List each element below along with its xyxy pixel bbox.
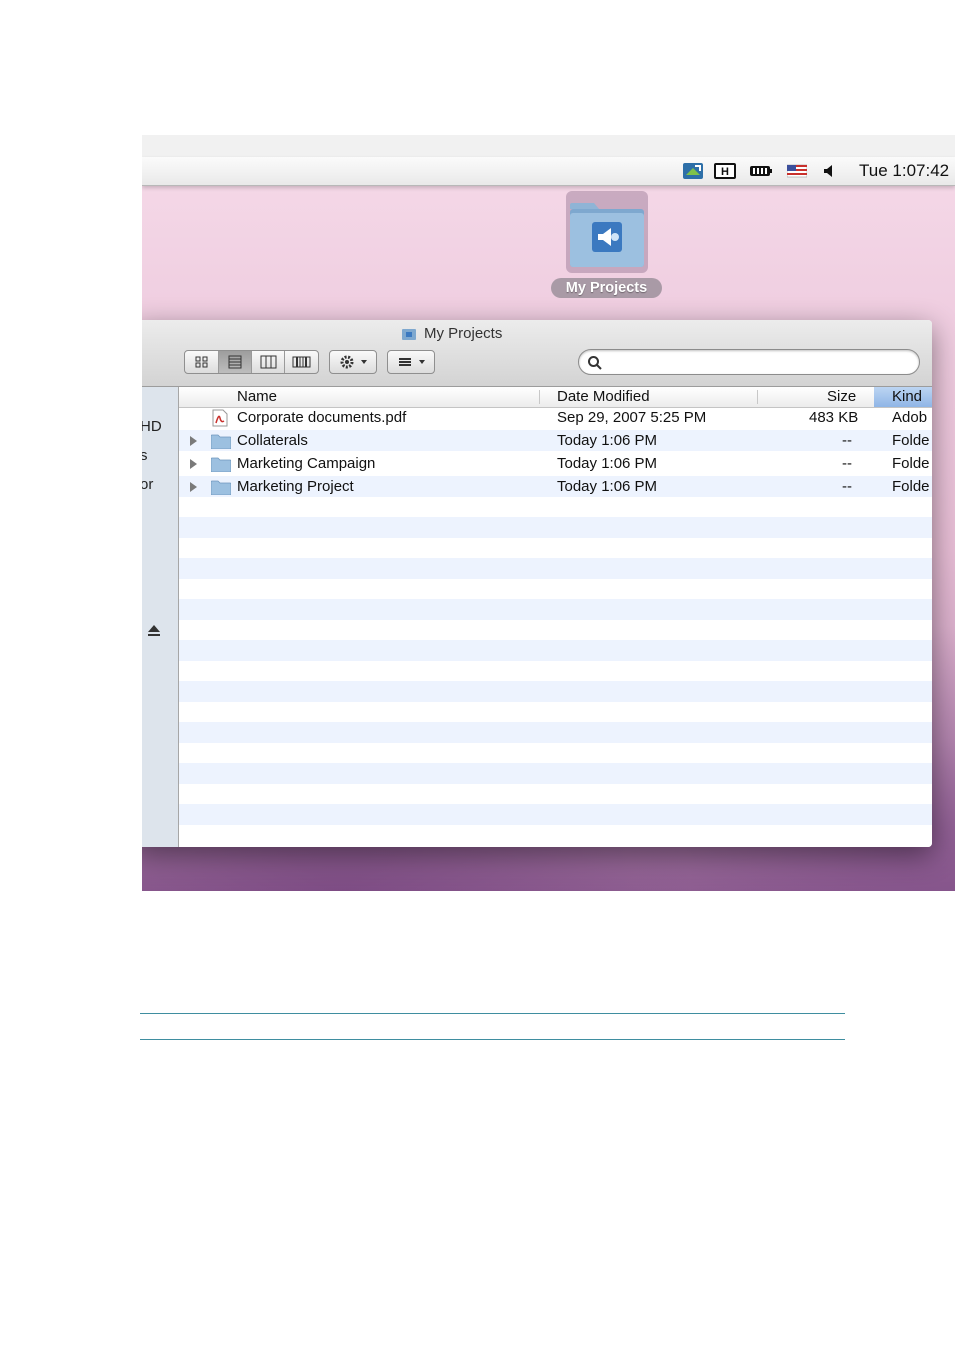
us-flag-icon[interactable] xyxy=(787,163,807,179)
column-view-icon xyxy=(260,355,277,369)
table-row[interactable]: Marketing Campaign Today 1:06 PM -- Fold… xyxy=(179,453,932,476)
file-kind: Folde xyxy=(892,478,930,495)
menubar: H Tue 1:07:42 xyxy=(142,157,955,186)
file-name: Marketing Project xyxy=(237,478,354,495)
sidebar: HD s or xyxy=(142,387,179,847)
desktop-folder-label-text: My Projects xyxy=(565,280,648,296)
file-date: Sep 29, 2007 5:25 PM xyxy=(557,409,707,426)
column-date-modified[interactable]: Date Modified xyxy=(557,388,650,405)
search-input[interactable] xyxy=(607,353,911,373)
view-switcher xyxy=(184,350,319,374)
folder-icon xyxy=(211,457,231,472)
row-stripe xyxy=(179,763,932,784)
search-icon xyxy=(588,356,602,370)
desktop-folder-icon[interactable] xyxy=(566,191,648,273)
row-stripe xyxy=(179,722,932,743)
file-kind: Adob xyxy=(892,409,928,426)
file-date: Today 1:06 PM xyxy=(557,455,658,472)
desktop-folder-label[interactable]: My Projects xyxy=(551,278,662,298)
column-divider[interactable] xyxy=(757,390,758,404)
file-size: -- xyxy=(842,455,852,472)
table-row[interactable]: Collaterals Today 1:06 PM -- Folde xyxy=(179,430,932,453)
disclosure-triangle-icon[interactable] xyxy=(190,459,197,469)
screenshot: H Tue 1:07:42 My Projects My Projects HD… xyxy=(142,135,955,891)
sidebar-item-s[interactable]: s xyxy=(142,447,148,464)
icon-view-icon xyxy=(195,356,208,368)
input-method-icon[interactable]: H xyxy=(714,163,736,179)
file-kind: Folde xyxy=(892,432,930,449)
row-stripe xyxy=(179,558,932,579)
gear-icon xyxy=(340,355,367,369)
cover-flow-view-button[interactable] xyxy=(285,351,318,373)
arrange-menu-button[interactable] xyxy=(387,350,435,374)
table-row[interactable]: Marketing Project Today 1:06 PM -- Folde xyxy=(179,476,932,499)
file-list: Name Date Modified Size Kind Corporate d… xyxy=(179,387,932,847)
sidebar-item-hd[interactable]: HD xyxy=(142,418,162,435)
file-date: Today 1:06 PM xyxy=(557,432,658,449)
file-name: Marketing Campaign xyxy=(237,455,376,472)
row-stripe xyxy=(179,681,932,702)
pdf-icon xyxy=(212,409,228,427)
row-stripe xyxy=(179,599,932,620)
folder-icon xyxy=(211,480,231,495)
volume-icon[interactable] xyxy=(822,163,836,179)
divider-rule xyxy=(140,1039,845,1040)
file-date: Today 1:06 PM xyxy=(557,478,658,495)
disclosure-triangle-icon[interactable] xyxy=(190,482,197,492)
finder-window: My Projects HD s or Name Date Modified S… xyxy=(142,320,932,847)
column-view-button[interactable] xyxy=(252,351,285,373)
folder-icon xyxy=(211,434,231,449)
file-name: Corporate documents.pdf xyxy=(237,409,407,426)
window-titlebar[interactable]: My Projects xyxy=(142,320,932,387)
icon-view-button[interactable] xyxy=(185,351,219,373)
arrange-grid-icon xyxy=(399,358,425,366)
search-field[interactable] xyxy=(578,349,920,375)
svg-text:H: H xyxy=(721,166,729,178)
title-folder-icon xyxy=(402,329,416,340)
column-divider[interactable] xyxy=(539,390,540,404)
file-size: -- xyxy=(842,478,852,495)
table-row[interactable]: Corporate documents.pdf Sep 29, 2007 5:2… xyxy=(179,407,932,430)
divider-rule xyxy=(140,1013,845,1014)
top-strip xyxy=(142,135,955,157)
eject-icon[interactable] xyxy=(147,624,161,638)
list-view-icon xyxy=(228,355,242,369)
cover-flow-icon xyxy=(292,356,311,368)
menubar-clock[interactable]: Tue 1:07:42 xyxy=(859,161,949,181)
disclosure-triangle-icon[interactable] xyxy=(190,436,197,446)
action-menu-button[interactable] xyxy=(329,350,377,374)
file-size: 483 KB xyxy=(809,409,859,426)
network-status-icon[interactable] xyxy=(683,163,703,179)
battery-icon[interactable] xyxy=(749,163,773,179)
row-stripe xyxy=(179,640,932,661)
column-header: Name Date Modified Size Kind xyxy=(179,387,932,408)
column-kind[interactable]: Kind xyxy=(892,388,922,405)
column-size[interactable]: Size xyxy=(827,388,856,405)
row-stripe xyxy=(179,517,932,538)
file-kind: Folde xyxy=(892,455,930,472)
sidebar-item-or[interactable]: or xyxy=(142,476,153,493)
row-stripe xyxy=(179,804,932,825)
file-size: -- xyxy=(842,432,852,449)
list-view-button[interactable] xyxy=(219,351,252,373)
window-title: My Projects xyxy=(424,325,503,342)
file-name: Collaterals xyxy=(237,432,308,449)
column-name[interactable]: Name xyxy=(237,388,277,405)
